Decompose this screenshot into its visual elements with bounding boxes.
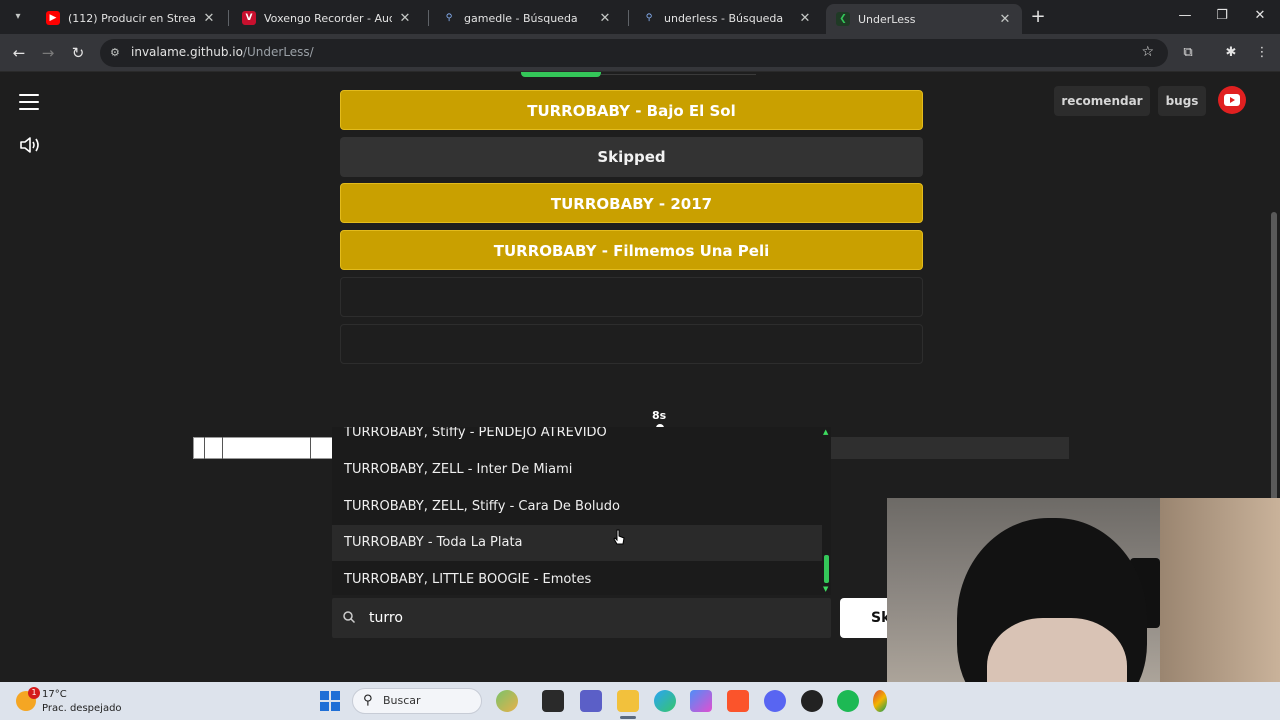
search-icon: ⚲: [645, 13, 653, 23]
close-icon[interactable]: ✕: [998, 12, 1012, 27]
weather-widget[interactable]: 1 17°C Prac. despejado: [16, 687, 126, 715]
guess-row-empty: [340, 277, 923, 317]
browser-menu-icon[interactable]: ⋮: [1253, 44, 1271, 62]
url-text: invalame.github.io/UnderLess/: [131, 45, 314, 59]
bookmark-star-icon[interactable]: ☆: [1141, 44, 1154, 60]
discord-icon[interactable]: [764, 690, 786, 712]
mouse-cursor-icon: [613, 529, 625, 545]
taskbar-search-placeholder: Buscar: [383, 694, 421, 707]
tab-separator: [428, 10, 429, 26]
tab-title: Voxengo Recorder - Audio Track: [264, 11, 392, 25]
search-icon: [343, 611, 356, 624]
chevron-down-icon[interactable]: ▼: [823, 585, 828, 593]
tab-title: gamedle - Búsqueda: [464, 11, 578, 25]
edge-icon[interactable]: [654, 690, 676, 712]
tab-title: underless - Búsqueda: [664, 11, 784, 25]
suggestion-item[interactable]: TURROBABY, LITTLE BOOGIE - Emotes: [332, 562, 822, 595]
guess-row: Skipped: [340, 137, 923, 177]
teams-icon[interactable]: [580, 690, 602, 712]
address-bar[interactable]: ⚙ invalame.github.io/UnderLess/ ☆: [100, 39, 1168, 67]
guess-row: TURROBABY - Filmemos Una Peli: [340, 230, 923, 270]
segment-tick: [204, 437, 205, 459]
windows-start-icon[interactable]: [320, 691, 340, 711]
taskbar-search[interactable]: ⚲ Buscar: [352, 688, 482, 714]
timer-label: 8s: [652, 409, 667, 422]
voxengo-icon: V: [242, 11, 256, 25]
browser-tab-bar: ▾ ▶ (112) Producir en Stream con Fl ✕ V …: [0, 0, 1280, 34]
weather-condition: Prac. despejado: [42, 703, 122, 714]
close-icon[interactable]: ✕: [598, 11, 612, 26]
guess-row: TURROBABY - 2017: [340, 183, 923, 223]
song-search-input[interactable]: turro: [332, 598, 831, 638]
youtube-button[interactable]: [1218, 86, 1246, 114]
task-view-icon[interactable]: [542, 690, 564, 712]
audio-progress-fill: [193, 437, 333, 459]
tab-separator: [228, 10, 229, 26]
search-icon: ⚲: [445, 13, 453, 23]
obs-icon[interactable]: [801, 690, 823, 712]
guess-row: TURROBABY - Bajo El Sol: [340, 90, 923, 130]
active-app-indicator: [620, 716, 636, 719]
new-tab-button[interactable]: +: [1028, 8, 1048, 28]
tab-underless-search[interactable]: ⚲ underless - Búsqueda ✕: [632, 4, 822, 32]
restore-icon[interactable]: ❐: [1214, 8, 1230, 24]
segment-tick: [222, 437, 223, 459]
suggestion-item[interactable]: TURROBABY, ZELL - Inter De Miami: [332, 452, 822, 488]
copilot-icon[interactable]: [690, 690, 712, 712]
search-suggestions[interactable]: TURROBABY, Stiffy - PENDEJO ATREVIDO TUR…: [332, 427, 831, 595]
notification-badge: 1: [28, 687, 40, 699]
forward-icon[interactable]: →: [38, 43, 58, 63]
widgets-icon[interactable]: [496, 690, 518, 712]
tab-youtube[interactable]: ▶ (112) Producir en Stream con Fl ✕: [36, 4, 226, 32]
tab-title: UnderLess: [858, 12, 916, 26]
minimize-icon[interactable]: —: [1177, 8, 1193, 24]
recommend-button[interactable]: recomendar: [1054, 86, 1150, 116]
tab-search-button[interactable]: ▾: [8, 7, 28, 27]
chrome-icon[interactable]: [873, 690, 887, 712]
youtube-icon: ▶: [46, 11, 60, 25]
file-explorer-icon[interactable]: [617, 690, 639, 712]
search-input-value: turro: [369, 610, 403, 626]
close-icon[interactable]: ✕: [202, 11, 216, 26]
guess-row-empty: [340, 324, 923, 364]
youtube-icon: [1224, 94, 1240, 106]
close-window-icon[interactable]: ✕: [1252, 8, 1268, 24]
tab-gamedle-search[interactable]: ⚲ gamedle - Búsqueda ✕: [432, 4, 622, 32]
browser-toolbar: ← → ↻ ⚙ invalame.github.io/UnderLess/ ☆ …: [0, 34, 1280, 72]
close-icon[interactable]: ✕: [798, 11, 812, 26]
tab-separator: [628, 10, 629, 26]
attempt-progress-bar: [521, 72, 601, 77]
reload-icon[interactable]: ↻: [68, 43, 88, 63]
spotify-icon[interactable]: [837, 690, 859, 712]
chevron-up-icon[interactable]: ▲: [823, 428, 828, 436]
weather-temperature: 17°C: [42, 689, 67, 700]
attempt-progress-track: [601, 74, 756, 75]
tab-underless[interactable]: ❮ UnderLess ✕: [826, 4, 1022, 34]
tab-title: (112) Producir en Stream con Fl: [68, 11, 196, 25]
underless-icon: ❮: [836, 12, 850, 26]
menu-icon[interactable]: [19, 94, 39, 110]
site-info-icon[interactable]: ⚙: [110, 46, 124, 60]
brave-icon[interactable]: [727, 690, 749, 712]
close-icon[interactable]: ✕: [398, 11, 412, 26]
bugs-button[interactable]: bugs: [1158, 86, 1206, 116]
segment-tick: [310, 437, 311, 459]
back-icon[interactable]: ←: [9, 43, 29, 63]
suggestions-scrollbar-thumb[interactable]: [824, 555, 829, 583]
extensions-icon[interactable]: ⧉: [1179, 44, 1197, 62]
volume-icon[interactable]: [18, 134, 42, 156]
suggestion-item-hovered[interactable]: TURROBABY - Toda La Plata: [332, 525, 822, 561]
profile-icon[interactable]: ✱: [1222, 44, 1240, 62]
suggestion-item[interactable]: TURROBABY, ZELL, Stiffy - Cara De Boludo: [332, 489, 822, 525]
tab-voxengo[interactable]: V Voxengo Recorder - Audio Track ✕: [232, 4, 422, 32]
suggestion-item[interactable]: TURROBABY, Stiffy - PENDEJO ATREVIDO: [332, 427, 822, 451]
windows-taskbar: 1 17°C Prac. despejado ⚲ Buscar: [0, 682, 1280, 720]
search-icon: ⚲: [363, 693, 373, 708]
